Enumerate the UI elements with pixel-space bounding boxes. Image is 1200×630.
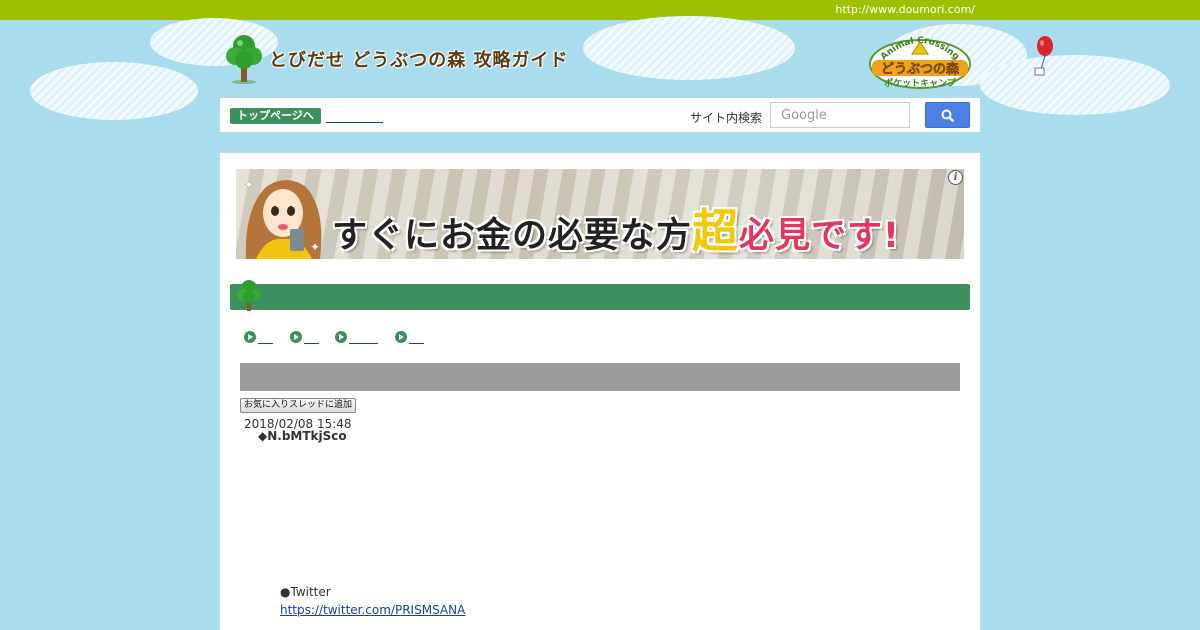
cloud-decoration	[583, 16, 795, 80]
search-button[interactable]	[925, 102, 970, 128]
game-logo-main-text: どうぶつの森	[881, 61, 960, 77]
section-header	[230, 280, 970, 311]
top-page-button[interactable]: トップページへ	[230, 108, 321, 124]
site-title: とびだせ どうぶつの森 攻略ガイド	[269, 50, 569, 71]
tab-link[interactable]	[290, 331, 320, 345]
top-bar: http://www.doumori.com/	[0, 0, 1200, 20]
svg-text:✦: ✦	[244, 178, 254, 192]
play-icon	[290, 331, 302, 343]
svg-text:✦: ✦	[310, 240, 320, 254]
add-favorite-button[interactable]: お気に入りスレッドに追加	[240, 398, 357, 413]
site-url-link[interactable]: http://www.doumori.com/	[835, 3, 975, 16]
ad-text-highlight: 必見です!	[739, 216, 900, 256]
balloon-icon	[1034, 36, 1053, 76]
tab-link[interactable]	[335, 331, 380, 345]
ad-text-highlight: 超	[692, 204, 740, 258]
nav-link[interactable]	[326, 108, 383, 123]
cloud-decoration	[980, 55, 1170, 115]
play-icon	[395, 331, 407, 343]
site-logo[interactable]: とびだせ どうぶつの森 攻略ガイド	[225, 30, 568, 84]
main-content: ✦ ✦ すぐにお金の必要な方超必見です! i お気に入りスレッドに追加 2018…	[220, 153, 980, 630]
post-author: ◆N.bMTkjSco	[258, 429, 347, 443]
twitter-link[interactable]: https://twitter.com/PRISMSANA	[280, 603, 465, 617]
info-icon[interactable]: i	[948, 170, 963, 185]
ad-person-illustration: ✦ ✦	[244, 178, 322, 259]
game-logo-sub-text: ポケットキャンプ	[884, 77, 957, 89]
tree-icon	[226, 35, 262, 84]
search-label: サイト内検索	[690, 111, 763, 125]
tab-link[interactable]	[395, 331, 425, 345]
ad-banner[interactable]: ✦ ✦ すぐにお金の必要な方超必見です! i	[236, 169, 964, 259]
search-icon	[941, 109, 955, 123]
ad-text: すぐにお金の必要な方超必見です!	[332, 195, 900, 259]
game-logo: Animal Crossing どうぶつの森 ポケットキャンプ	[866, 32, 974, 90]
ad-text-main: すぐにお金の必要な方	[332, 216, 693, 256]
search-input[interactable]	[770, 102, 910, 128]
play-icon	[244, 331, 256, 343]
nav-bar: トップページへ サイト内検索	[220, 98, 980, 132]
twitter-label: ●Twitter	[280, 585, 331, 599]
play-icon	[335, 331, 347, 343]
tab-link[interactable]	[244, 331, 274, 345]
thread-title-bar	[240, 363, 960, 391]
cloud-decoration	[30, 62, 198, 120]
tree-icon	[237, 280, 261, 311]
